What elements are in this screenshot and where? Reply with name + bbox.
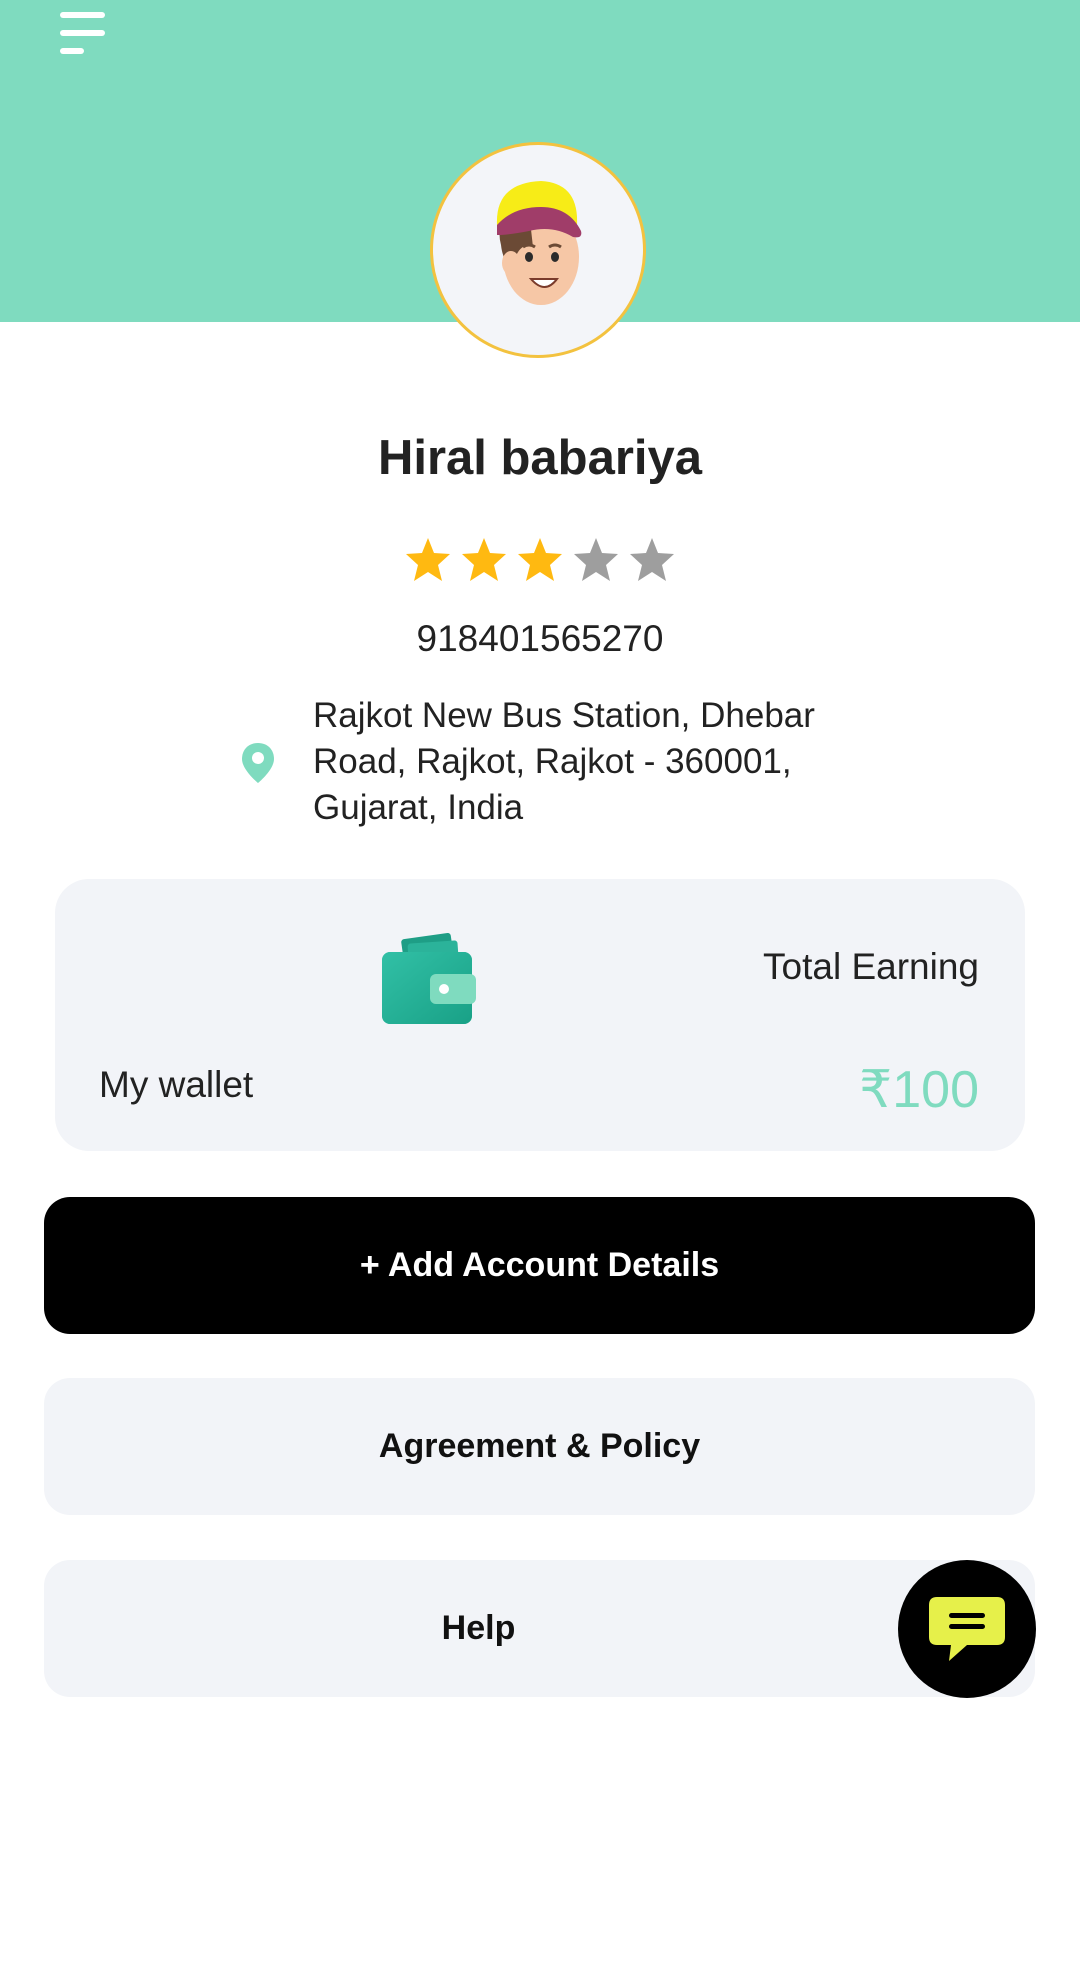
total-earning-amount: ₹100: [859, 1061, 979, 1119]
avatar[interactable]: [430, 142, 646, 358]
agreement-policy-button[interactable]: Agreement & Policy: [44, 1378, 1035, 1515]
wallet-card[interactable]: My wallet Total Earning ₹100: [55, 879, 1025, 1151]
star-filled-icon: [406, 538, 450, 581]
total-earning-label: Total Earning: [763, 946, 979, 987]
wallet-icon: [382, 933, 476, 1024]
star-rating: [0, 532, 1080, 596]
profile-name: Hiral babariya: [377, 431, 703, 485]
chat-button[interactable]: [898, 1560, 1036, 1698]
phone-number: 918401565270: [416, 618, 664, 659]
hamburger-menu-icon[interactable]: [60, 12, 110, 56]
address-text: Rajkot New Bus Station, Dhebar Road, Raj…: [313, 696, 815, 827]
map-pin-icon: [242, 743, 274, 783]
avatar-illustration: [496, 181, 582, 305]
help-button[interactable]: Help: [44, 1560, 1035, 1697]
star-filled-icon: [518, 538, 562, 581]
wallet-label: My wallet: [99, 1064, 254, 1105]
add-account-details-button[interactable]: + Add Account Details: [44, 1197, 1035, 1334]
chat-bubble-icon: [929, 1597, 1005, 1661]
address-row: Rajkot New Bus Station, Dhebar Road, Raj…: [240, 693, 840, 833]
star-empty-icon: [630, 538, 674, 581]
star-filled-icon: [462, 538, 506, 581]
star-empty-icon: [574, 538, 618, 581]
